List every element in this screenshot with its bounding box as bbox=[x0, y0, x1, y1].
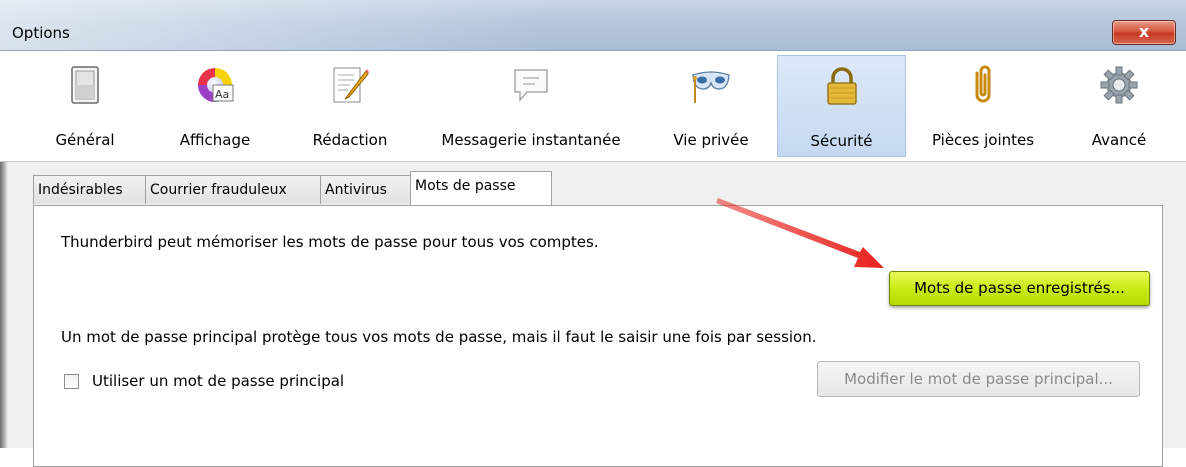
security-padlock-icon bbox=[826, 67, 857, 105]
window-title: Options bbox=[12, 24, 70, 42]
toolbar-attachments-label: Pièces jointes bbox=[931, 131, 1035, 149]
toolbar-privacy-button[interactable]: Vie privée bbox=[662, 57, 760, 153]
toolbar-compose-label: Rédaction bbox=[312, 131, 388, 149]
window-left-edge bbox=[0, 160, 8, 448]
advanced-gear-icon bbox=[1100, 66, 1138, 104]
toolbar-general-label: Général bbox=[55, 131, 115, 149]
toolbar-attachments-button[interactable]: Pièces jointes bbox=[918, 57, 1048, 153]
tab-antivirus-label: Antivirus bbox=[325, 182, 387, 198]
privacy-mask-icon bbox=[692, 71, 730, 103]
passwords-panel: Thunderbird peut mémoriser les mots de p… bbox=[33, 205, 1163, 467]
use-master-password-label[interactable]: Utiliser un mot de passe principal bbox=[92, 372, 344, 390]
toolbar-privacy-label: Vie privée bbox=[673, 131, 749, 149]
title-bar-glow bbox=[0, 0, 560, 50]
toolbar-compose-button[interactable]: Rédaction bbox=[298, 57, 402, 153]
tab-scam[interactable]: Courrier frauduleux bbox=[145, 175, 322, 204]
toolbar-chat-button[interactable]: Messagerie instantanée bbox=[425, 57, 637, 153]
toolbar-security-label: Sécurité bbox=[810, 132, 873, 150]
passwords-info-text: Thunderbird peut mémoriser les mots de p… bbox=[61, 233, 599, 251]
compose-pencil-icon bbox=[333, 67, 369, 103]
toolbar-general-button[interactable]: Général bbox=[40, 57, 130, 153]
toolbar-display-label: Affichage bbox=[179, 131, 251, 149]
options-window: Options x Général Aa Affichage Rédaction… bbox=[0, 0, 1186, 467]
master-password-info-text: Un mot de passe principal protège tous v… bbox=[61, 328, 817, 346]
tab-passwords-label: Mots de passe bbox=[415, 178, 516, 194]
change-master-password-button[interactable]: Modifier le mot de passe principal... bbox=[817, 361, 1140, 397]
toolbar-security-button[interactable]: Sécurité bbox=[777, 55, 906, 157]
tab-antivirus[interactable]: Antivirus bbox=[320, 175, 412, 204]
title-bar[interactable]: Options x bbox=[0, 0, 1186, 51]
tab-junk[interactable]: Indésirables bbox=[33, 175, 147, 204]
saved-passwords-button[interactable]: Mots de passe enregistrés... bbox=[889, 271, 1150, 306]
tab-junk-label: Indésirables bbox=[38, 182, 123, 198]
tab-scam-label: Courrier frauduleux bbox=[150, 182, 287, 198]
close-button[interactable]: x bbox=[1112, 20, 1176, 45]
preferences-toolbar: Général Aa Affichage Rédaction Messageri… bbox=[0, 51, 1186, 162]
toolbar-chat-label: Messagerie instantanée bbox=[441, 131, 621, 149]
saved-passwords-button-label: Mots de passe enregistrés... bbox=[914, 279, 1125, 297]
chat-bubble-icon bbox=[514, 69, 548, 102]
toolbar-advanced-label: Avancé bbox=[1091, 131, 1147, 149]
display-palette-icon: Aa bbox=[198, 68, 234, 102]
svg-text:Aa: Aa bbox=[215, 88, 229, 101]
change-master-password-button-label: Modifier le mot de passe principal... bbox=[844, 370, 1113, 388]
attachment-paperclip-icon bbox=[975, 65, 991, 103]
general-switch-icon bbox=[71, 66, 99, 104]
close-icon: x bbox=[1138, 22, 1150, 41]
toolbar-advanced-button[interactable]: Avancé bbox=[1074, 57, 1164, 153]
tab-passwords[interactable]: Mots de passe bbox=[410, 171, 552, 205]
toolbar-display-button[interactable]: Aa Affichage bbox=[165, 57, 265, 153]
use-master-password-checkbox[interactable] bbox=[64, 374, 79, 389]
